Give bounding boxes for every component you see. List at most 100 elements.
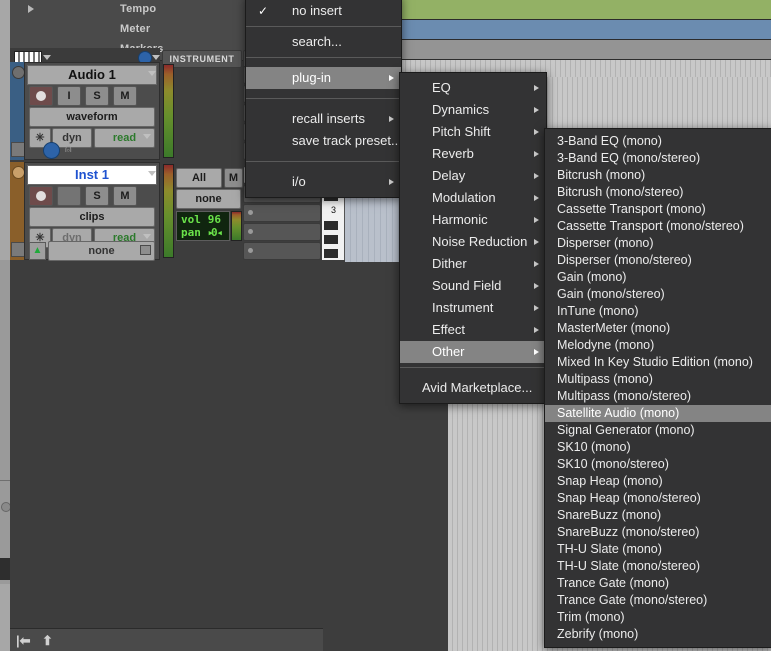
menu-item-plugin[interactable]: Multipass (mono/stereo) (545, 388, 771, 405)
midi-mute-button[interactable]: M (224, 168, 243, 188)
menu-item-plugin[interactable]: SK10 (mono) (545, 439, 771, 456)
voice-selector[interactable]: none (48, 241, 155, 261)
track-body: Inst 1 S M clips ✳ dyn read ▲ none (24, 162, 160, 261)
input-monitor-button-disabled (57, 186, 81, 206)
menu-item-label: Delay (432, 168, 466, 183)
plugin-category-menu[interactable]: EQ Dynamics Pitch Shift Reverb Delay Mod… (399, 72, 547, 404)
menu-item-label: Multipass (mono) (557, 372, 653, 386)
menu-item-plugin[interactable]: SnareBuzz (mono/stereo) (545, 524, 771, 541)
record-arm-button[interactable] (29, 186, 53, 206)
menu-item-plugin[interactable]: Cassette Transport (mono) (545, 201, 771, 218)
edit-canvas[interactable] (10, 262, 323, 628)
menu-item-other[interactable]: Other (400, 341, 546, 363)
menu-item-dynamics[interactable]: Dynamics (400, 99, 546, 121)
insert-slot[interactable] (243, 242, 321, 260)
menu-item-plugin[interactable]: TH-U Slate (mono/stereo) (545, 558, 771, 575)
menu-item-plugin[interactable]: Snap Heap (mono) (545, 473, 771, 490)
menu-item-plugin[interactable]: SK10 (mono/stereo) (545, 456, 771, 473)
duplicate-icon[interactable] (140, 245, 151, 255)
menu-item-plugin[interactable]: SnareBuzz (mono) (545, 507, 771, 524)
input-monitor-button[interactable]: I (57, 86, 81, 106)
menu-item-plugin[interactable]: Gain (mono) (545, 269, 771, 286)
menu-item-instrument[interactable]: Instrument (400, 297, 546, 319)
clock-caret-icon[interactable] (152, 55, 160, 60)
menu-item-plugin[interactable]: Trim (mono) (545, 609, 771, 626)
mute-button[interactable]: M (113, 186, 137, 206)
menu-item-dither[interactable]: Dither (400, 253, 546, 275)
piano-black-key[interactable] (324, 235, 338, 244)
menu-item-search[interactable]: search... (246, 31, 401, 53)
menu-item-plugin[interactable]: Snap Heap (mono/stereo) (545, 490, 771, 507)
track-view-selector[interactable]: waveform (29, 107, 155, 127)
menu-item-plugin[interactable]: 3-Band EQ (mono) (545, 133, 771, 150)
track-name-caret-icon[interactable] (148, 71, 156, 76)
menu-item-sound-field[interactable]: Sound Field (400, 275, 546, 297)
insert-slot[interactable] (243, 204, 321, 222)
palette-caret-icon[interactable] (43, 55, 51, 60)
menu-item-harmonic[interactable]: Harmonic (400, 209, 546, 231)
menu-item-plugin[interactable]: Disperser (mono) (545, 235, 771, 252)
insert-slot[interactable] (243, 223, 321, 241)
gutter-tab[interactable] (0, 558, 10, 580)
piano-black-key[interactable] (324, 249, 338, 258)
export-icon[interactable]: ⬆ (42, 633, 53, 649)
volume-value: 96 (207, 213, 221, 226)
menu-item-effect[interactable]: Effect (400, 319, 546, 341)
record-arm-button[interactable] (29, 86, 53, 106)
insert-context-menu[interactable]: ✓ no insert search... plug-in recall ins… (245, 0, 402, 198)
track-name-inst-1[interactable]: Inst 1 (27, 165, 157, 185)
menu-item-plugin[interactable]: Melodyne (mono) (545, 337, 771, 354)
patch-selector[interactable]: none (176, 189, 241, 209)
menu-item-plugin[interactable]: Mixed In Key Studio Edition (mono) (545, 354, 771, 371)
plugin-list-menu[interactable]: 3-Band EQ (mono) 3-Band EQ (mono/stereo) B… (544, 128, 771, 648)
menu-item-plugin[interactable]: InTune (mono) (545, 303, 771, 320)
volume-pan-display[interactable]: vol 96 pan ▸ 0 ◂ (176, 211, 230, 241)
menu-item-avid-marketplace[interactable]: Avid Marketplace... (400, 377, 546, 399)
track-view-selector[interactable]: clips (29, 207, 155, 227)
menu-item-plugin[interactable]: Bitcrush (mono/stereo) (545, 184, 771, 201)
menu-item-plugin[interactable]: Cassette Transport (mono/stereo) (545, 218, 771, 235)
track-name-caret-icon[interactable] (148, 171, 156, 176)
tempo-expand-icon[interactable] (28, 5, 34, 13)
automation-caret-icon[interactable] (143, 234, 151, 239)
piano-black-key[interactable] (324, 221, 338, 230)
menu-item-noise-reduction[interactable]: Noise Reduction (400, 231, 546, 253)
menu-item-plugin[interactable]: Disperser (mono/stereo) (545, 252, 771, 269)
track-name-audio-1[interactable]: Audio 1 (27, 65, 157, 85)
track-header-audio-1[interactable]: Audio 1 I S M waveform ✳ dyn read ⍝ (10, 62, 160, 160)
track-header-inst-1[interactable]: Inst 1 S M clips ✳ dyn read ▲ none (10, 162, 160, 261)
menu-item-plugin[interactable]: TH-U Slate (mono) (545, 541, 771, 558)
menu-item-plugin[interactable]: Signal Generator (mono) (545, 422, 771, 439)
link-icon[interactable]: |⬅ (16, 633, 31, 649)
menu-item-recall-inserts[interactable]: recall inserts (246, 108, 401, 130)
midi-input-selector[interactable]: All (176, 168, 222, 188)
menu-item-plugin[interactable]: Trance Gate (mono/stereo) (545, 592, 771, 609)
menu-item-delay[interactable]: Delay (400, 165, 546, 187)
menu-item-plugin[interactable]: Gain (mono/stereo) (545, 286, 771, 303)
menu-item-reverb[interactable]: Reverb (400, 143, 546, 165)
menu-item-save-track-preset[interactable]: save track preset... (246, 130, 402, 152)
chevron-right-icon (534, 173, 539, 179)
midi-indicator-icon[interactable]: ▲ (29, 242, 46, 260)
pan-label: pan (181, 226, 201, 239)
automation-enable-icon[interactable] (43, 142, 60, 159)
solo-button[interactable]: S (85, 86, 109, 106)
menu-item-plugin[interactable]: MasterMeter (mono) (545, 320, 771, 337)
menu-item-plug-in[interactable]: plug-in (246, 67, 401, 89)
mute-button[interactable]: M (113, 86, 137, 106)
menu-item-label: Snap Heap (mono) (557, 474, 663, 488)
menu-item-pitch-shift[interactable]: Pitch Shift (400, 121, 546, 143)
menu-item-plugin[interactable]: Bitcrush (mono) (545, 167, 771, 184)
menu-item-modulation[interactable]: Modulation (400, 187, 546, 209)
column-header-instrument[interactable]: INSTRUMENT (162, 50, 242, 68)
solo-button[interactable]: S (85, 186, 109, 206)
automation-caret-icon[interactable] (143, 134, 151, 139)
menu-item-no-insert[interactable]: ✓ no insert (246, 0, 401, 22)
menu-item-io[interactable]: i/o (246, 171, 401, 193)
menu-item-plugin[interactable]: Trance Gate (mono) (545, 575, 771, 592)
menu-item-plugin[interactable]: 3-Band EQ (mono/stereo) (545, 150, 771, 167)
menu-item-plugin[interactable]: Satellite Audio (mono) (545, 405, 771, 422)
menu-item-plugin[interactable]: Zebrify (mono) (545, 626, 771, 643)
menu-item-eq[interactable]: EQ (400, 77, 546, 99)
menu-item-plugin[interactable]: Multipass (mono) (545, 371, 771, 388)
